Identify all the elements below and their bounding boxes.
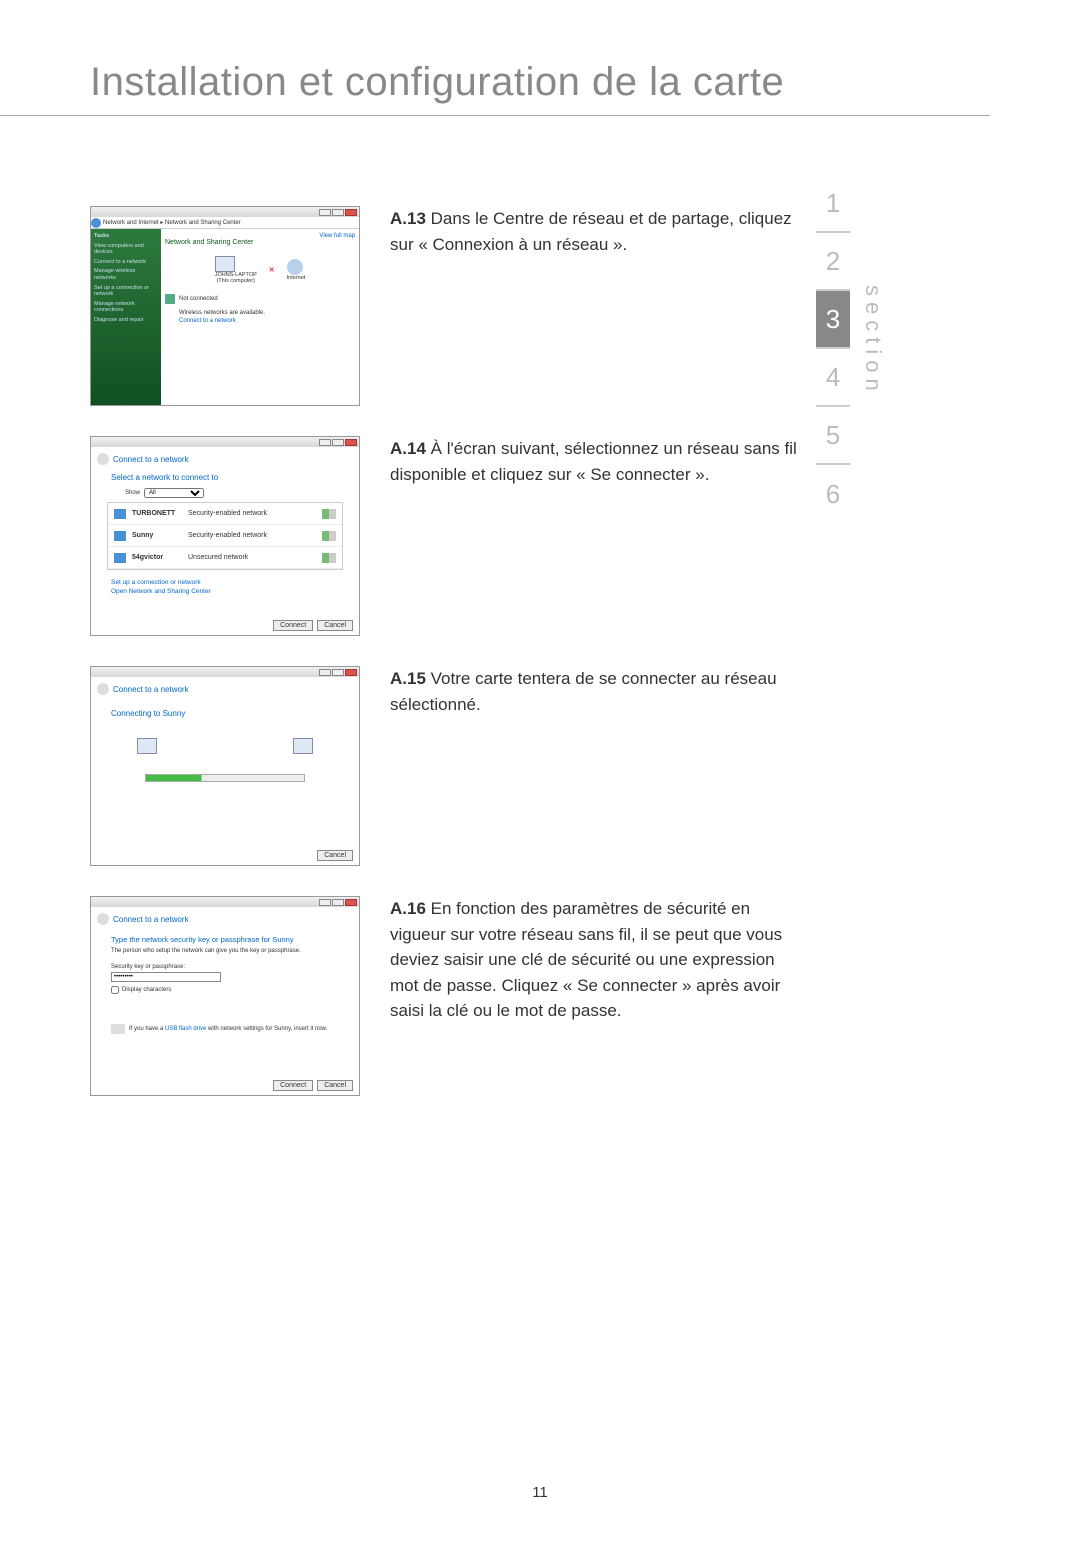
network-list: TURBONETTSecurity-enabled network SunnyS… [107,502,343,570]
network-item[interactable]: 54gvictor Unsecured network [108,547,342,569]
dialog-title: Connect to a network [113,915,189,924]
setup-connection-link[interactable]: Set up a connection or network [111,578,353,587]
section-6[interactable]: 6 [816,465,850,523]
network-item[interactable]: Sunny Security-enabled network [108,525,342,547]
signal-bars-icon [322,509,336,519]
step-a16-text: A.16 En fonction des paramètres de sécur… [390,896,800,1024]
show-select[interactable]: All [144,488,204,498]
view-full-map-link[interactable]: View full map [319,233,355,239]
step-a13-row: Network and Internet ▸ Network and Shari… [90,206,800,406]
breadcrumb-text: Network and Internet ▸ Network and Shari… [103,219,241,226]
step-a16-row: Connect to a network Type the network se… [90,896,800,1096]
select-network-prompt: Select a network to connect to [111,473,353,482]
screenshot-a16: Connect to a network Type the network se… [90,896,360,1096]
tasks-sidebar: Tasks View computers and devices Connect… [91,229,161,406]
dialog-title: Connect to a network [113,685,189,694]
passphrase-note: The person who setup the network can giv… [111,948,339,954]
progress-bar [145,774,305,782]
connect-button[interactable]: Connect [273,1080,313,1091]
step-a14-row: Connect to a network Select a network to… [90,436,800,636]
not-connected-text: Not connected [179,296,218,302]
screenshot-a15: Connect to a network Connecting to Sunny… [90,666,360,866]
network-name: Sunny [132,532,182,539]
task-item[interactable]: Manage wireless networks [94,268,158,281]
network-icon [114,553,126,563]
task-item[interactable]: Manage network connections [94,301,158,314]
network-name: TURBONETT [132,510,182,517]
step-a13-text: A.13 Dans le Centre de réseau et de part… [390,206,800,257]
task-item[interactable]: Diagnose and repair [94,317,158,324]
screenshot-a14: Connect to a network Select a network to… [90,436,360,636]
section-label: section [860,285,886,397]
window-titlebar [91,207,359,217]
status-icon [165,294,175,304]
page-number: 11 [0,1484,1080,1501]
task-item[interactable]: View computers and devices [94,243,158,256]
open-sharing-center-link[interactable]: Open Network and Sharing Center [111,587,353,596]
show-filter: Show All [125,488,353,498]
task-item[interactable]: Connect to a network [94,259,158,266]
device-icon [293,738,313,754]
connect-button[interactable]: Connect [273,620,313,631]
passphrase-prompt: Type the network security key or passphr… [111,935,353,944]
back-icon[interactable] [97,913,109,925]
usb-icon [111,1024,125,1034]
section-4[interactable]: 4 [816,349,850,407]
internet-label: Internet [287,275,306,281]
network-item[interactable]: TURBONETT Security-enabled network [108,503,342,525]
wireless-available-text: Wireless networks are available. [179,310,355,316]
network-icon [114,509,126,519]
step-a14-text: A.14 À l'écran suivant, sélectionnez un … [390,436,800,487]
step-a15-text: A.15 Votre carte tentera de se connecter… [390,666,800,717]
page-title: Installation et configuration de la cart… [0,0,990,116]
section-2[interactable]: 2 [816,233,850,291]
step-a15-row: Connect to a network Connecting to Sunny… [90,666,800,866]
usb-flash-link[interactable]: USB flash drive [165,1026,206,1032]
window-titlebar [91,897,359,907]
window-titlebar [91,667,359,677]
back-icon[interactable] [91,218,101,228]
connecting-diagram [137,738,313,754]
globe-icon [287,259,303,275]
cancel-button[interactable]: Cancel [317,850,353,861]
pc-sublabel: (This computer) [215,278,257,284]
network-desc: Security-enabled network [188,532,316,539]
show-label: Show [125,490,140,496]
network-icon [114,531,126,541]
breadcrumb: Network and Internet ▸ Network and Shari… [91,217,359,229]
network-desc: Unsecured network [188,554,316,561]
checkbox-icon[interactable] [111,986,119,994]
field-label: Security key or passphrase: [111,964,339,970]
network-diagram: JOHNS-LAPTOP (This computer) ✕ Internet [165,256,355,284]
cancel-button[interactable]: Cancel [317,620,353,631]
content: Network and Internet ▸ Network and Shari… [0,116,800,1096]
back-icon[interactable] [97,453,109,465]
tasks-header: Tasks [94,233,158,240]
section-5[interactable]: 5 [816,407,850,465]
network-desc: Security-enabled network [188,510,316,517]
device-icon [137,738,157,754]
task-item[interactable]: Set up a connection or network [94,285,158,298]
signal-bars-icon [322,531,336,541]
back-icon[interactable] [97,683,109,695]
cancel-button[interactable]: Cancel [317,1080,353,1091]
section-nav: section 1 2 3 4 5 6 [816,175,850,523]
section-1[interactable]: 1 [816,175,850,233]
screenshot-a13: Network and Internet ▸ Network and Shari… [90,206,360,406]
usb-hint: If you have a USB flash drive with netwo… [111,1024,339,1034]
connecting-text: Connecting to Sunny [111,709,353,718]
display-characters-checkbox[interactable]: Display characters [111,986,339,994]
center-title: Network and Sharing Center [165,239,355,246]
dialog-title: Connect to a network [113,455,189,464]
security-key-input[interactable] [111,972,221,982]
connect-network-link[interactable]: Connect to a network [179,318,355,324]
section-3[interactable]: 3 [816,291,850,349]
network-name: 54gvictor [132,554,182,561]
signal-bars-icon [322,553,336,563]
disconnected-icon: ✕ [269,266,275,274]
window-titlebar [91,437,359,447]
pc-icon [215,256,235,272]
